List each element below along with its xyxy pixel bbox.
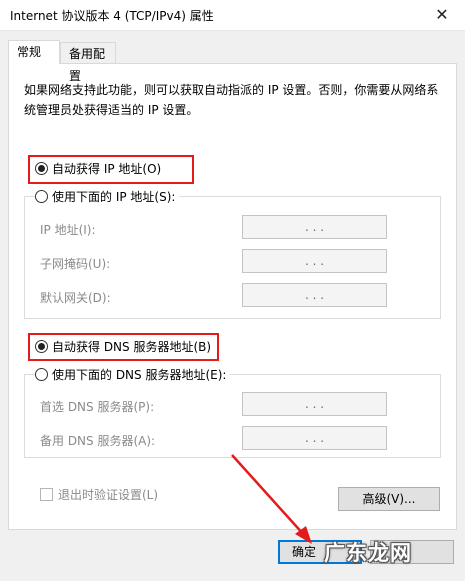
radio-manual-ip-label: 使用下面的 IP 地址(S): <box>52 190 176 204</box>
alternate-dns-label: 备用 DNS 服务器(A): <box>40 434 156 448</box>
close-icon[interactable]: ✕ <box>419 0 465 30</box>
title-bar: Internet 协议版本 4 (TCP/IPv4) 属性 ✕ <box>0 0 465 31</box>
description-text: 如果网络支持此功能，则可以获取自动指派的 IP 设置。否则，你需要从网络系统管理… <box>24 83 439 117</box>
preferred-dns-input[interactable]: . . . <box>242 392 387 416</box>
default-gateway-label: 默认网关(D): <box>40 291 111 305</box>
highlight-box-ip <box>28 155 194 184</box>
ip-address-label: IP 地址(I): <box>40 223 96 237</box>
ok-button-label: 确定 <box>291 545 316 559</box>
preferred-dns-label: 首选 DNS 服务器(P): <box>40 400 155 414</box>
advanced-button[interactable]: 高级(V)... <box>338 487 440 511</box>
highlight-box-dns <box>28 333 219 361</box>
preferred-dns-value: . . . <box>304 397 325 411</box>
radio-manual-dns-label: 使用下面的 DNS 服务器地址(E): <box>52 368 227 382</box>
default-gateway-input[interactable]: . . . <box>242 283 387 307</box>
subnet-mask-label: 子网掩码(U): <box>40 257 111 271</box>
radio-manual-dns[interactable]: 使用下面的 DNS 服务器地址(E): <box>35 365 231 385</box>
default-gateway-value: . . . <box>304 288 325 302</box>
validate-checkbox-box[interactable] <box>40 488 53 501</box>
subnet-mask-input[interactable]: . . . <box>242 249 387 273</box>
alternate-dns-input[interactable]: . . . <box>242 426 387 450</box>
radio-manual-ip[interactable]: 使用下面的 IP 地址(S): <box>35 187 180 207</box>
validate-settings-checkbox[interactable]: 退出时验证设置(L) <box>40 486 158 504</box>
ip-address-value: . . . <box>304 220 325 234</box>
tab-general[interactable]: 常规 <box>8 40 60 64</box>
watermark-text: 广东龙网 <box>324 541 412 565</box>
radio-manual-dns-indicator[interactable] <box>35 368 48 381</box>
tab-alternate-config[interactable]: 备用配置 <box>60 42 116 83</box>
subnet-mask-value: . . . <box>304 254 325 268</box>
window-title: Internet 协议版本 4 (TCP/IPv4) 属性 <box>10 9 214 23</box>
alternate-dns-value: . . . <box>304 431 325 445</box>
validate-checkbox-label: 退出时验证设置(L) <box>58 488 159 502</box>
radio-manual-ip-indicator[interactable] <box>35 190 48 203</box>
ip-address-input[interactable]: . . . <box>242 215 387 239</box>
